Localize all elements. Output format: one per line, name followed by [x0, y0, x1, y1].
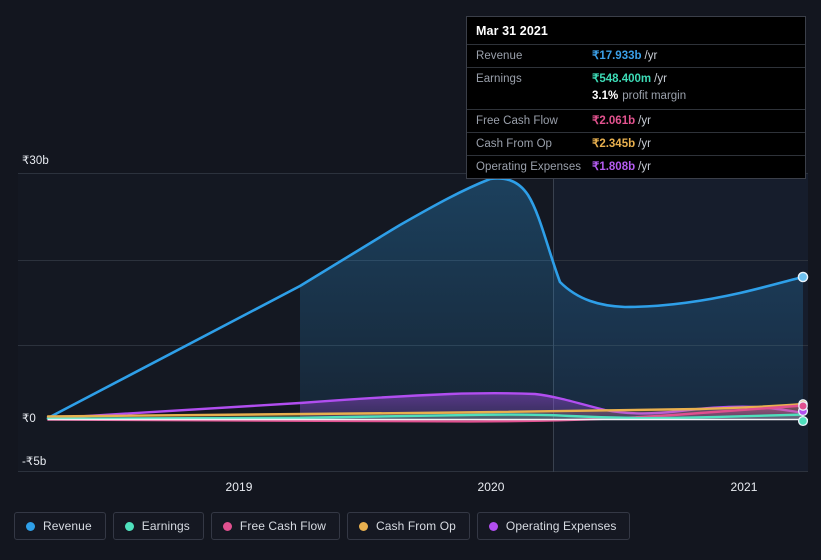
y-axis-tick-0: ₹0 [22, 413, 36, 425]
series-dot-icon [26, 521, 35, 531]
tooltip-unit-earnings: /yr [654, 73, 667, 85]
legend-label-operating-expenses: Operating Expenses [505, 519, 617, 533]
legend-item-earnings[interactable]: Earnings [112, 512, 204, 540]
tooltip-value-revenue: ₹17.933b [592, 50, 642, 62]
tooltip-value-operating-expenses: ₹1.808b [592, 161, 636, 173]
tooltip-unit-free-cash-flow: /yr [638, 115, 651, 127]
legend-label-earnings: Earnings [141, 519, 190, 533]
tooltip-label-operating-expenses: Operating Expenses [476, 161, 582, 173]
legend-label-cash-from-op: Cash From Op [376, 519, 456, 533]
y-axis-tick-30b: ₹30b [22, 155, 49, 167]
legend-item-operating-expenses[interactable]: Operating Expenses [476, 512, 631, 540]
chart-tooltip: Mar 31 2021 Revenue ₹17.933b /yr Earning… [466, 16, 806, 179]
x-axis-tick-2020: 2020 [477, 480, 505, 494]
tooltip-value-earnings: ₹548.400m [592, 73, 652, 85]
tooltip-label-earnings: Earnings [476, 73, 522, 85]
tooltip-row-profit-margin: 3.1% profit margin [467, 90, 805, 109]
tooltip-value-free-cash-flow: ₹2.061b [592, 115, 636, 127]
series-dot-icon [488, 521, 498, 531]
series-dot-icon [222, 521, 232, 531]
tooltip-row-free-cash-flow: Free Cash Flow ₹2.061b /yr [467, 109, 805, 132]
tooltip-row-cash-from-op: Cash From Op ₹2.345b /yr [467, 132, 805, 155]
free-cash-flow-endpoint-marker[interactable] [798, 401, 808, 411]
x-axis-tick-2021: 2021 [730, 480, 758, 494]
tooltip-row-operating-expenses: Operating Expenses ₹1.808b /yr [467, 155, 805, 178]
tooltip-date-title: Mar 31 2021 [476, 24, 548, 38]
x-axis-tick-2019: 2019 [225, 480, 253, 494]
legend-item-free-cash-flow[interactable]: Free Cash Flow [210, 512, 341, 540]
tooltip-unit-cash-from-op: /yr [638, 138, 651, 150]
legend-label-free-cash-flow: Free Cash Flow [239, 519, 327, 533]
legend-item-revenue[interactable]: Revenue [14, 512, 106, 540]
tooltip-unit-operating-expenses: /yr [638, 161, 651, 173]
tooltip-row-earnings: Earnings ₹548.400m /yr [467, 67, 805, 90]
series-dot-icon [359, 521, 369, 531]
series-dot-icon [124, 521, 134, 531]
chart-legend: Revenue Earnings Free Cash Flow Cash Fro… [14, 512, 631, 540]
tooltip-value-cash-from-op: ₹2.345b [592, 138, 636, 150]
tooltip-label-cash-from-op: Cash From Op [476, 138, 553, 150]
legend-item-cash-from-op[interactable]: Cash From Op [347, 512, 470, 540]
legend-label-revenue: Revenue [43, 519, 92, 533]
stock-financials-chart-panel: ₹30b ₹0 -₹5b 2019 2020 2021 Mar 31 2021 … [0, 0, 821, 560]
earnings-endpoint-marker[interactable] [797, 415, 809, 427]
tooltip-value-profit-margin: 3.1% [592, 90, 619, 102]
y-axis-tick-neg5b: -₹5b [22, 456, 47, 468]
tooltip-label-revenue: Revenue [476, 50, 523, 62]
tooltip-unit-revenue: /yr [644, 50, 658, 62]
tooltip-row-revenue: Revenue ₹17.933b /yr [467, 44, 805, 67]
tooltip-label-profit-margin: profit margin [622, 90, 687, 102]
tooltip-label-free-cash-flow: Free Cash Flow [476, 115, 558, 127]
revenue-endpoint-marker[interactable] [797, 271, 809, 283]
